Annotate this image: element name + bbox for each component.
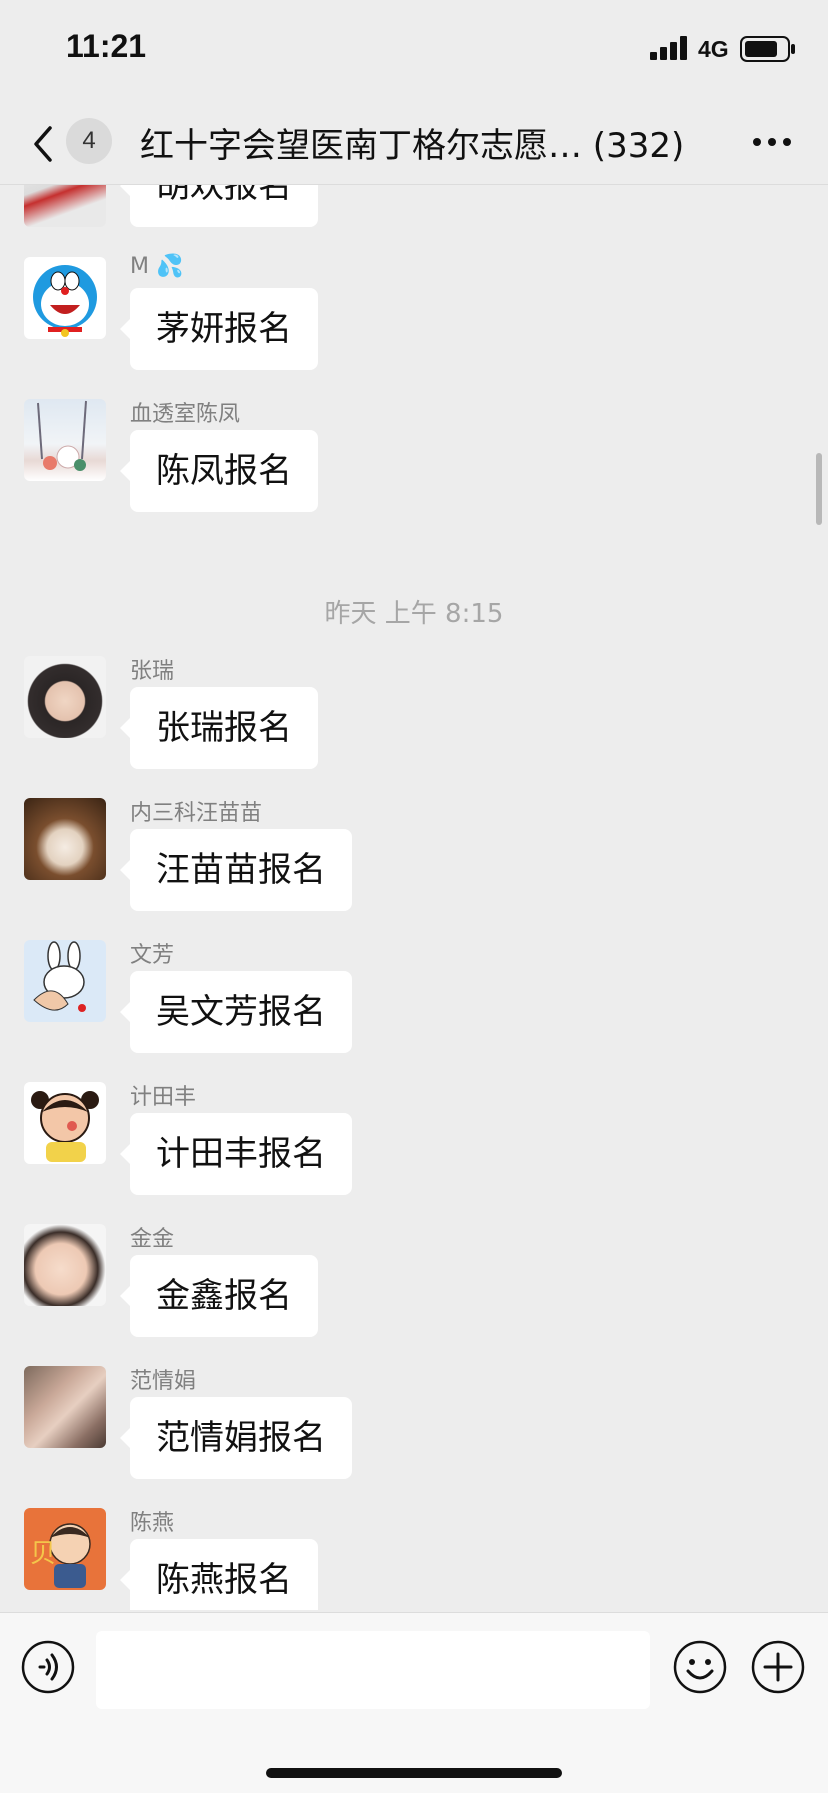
avatar-portrait-boy[interactable] [24,656,106,738]
more-options-button[interactable] [746,122,800,162]
chat-header: 4 红十字会望医南丁格尔志愿… (332) [0,100,828,185]
avatar-cartoon-girl[interactable] [24,1082,106,1164]
sender-name: 张瑞 [130,659,175,684]
plus-icon [751,1640,805,1694]
signal-strength-icon [650,36,687,60]
group-chat-title: 红十字会望医南丁格尔志愿… (332) [140,126,685,166]
message-row: 张瑞 张瑞报名 [0,653,828,773]
sender-name: 文芳 [130,943,175,968]
input-bar [0,1612,828,1793]
status-time: 11:21 [66,28,147,64]
back-chevron-icon [34,126,52,162]
network-type-label: 4G [698,36,729,62]
sender-name: M 💦 [130,254,184,279]
time-divider: 昨天 上午 8:15 [324,599,504,629]
status-bar: 11:21 4G [0,0,828,100]
voice-icon [21,1640,75,1694]
avatar-cartoon-kid[interactable]: 贝 [24,1508,106,1590]
message-bubble[interactable]: 陈燕报名 [120,1539,318,1610]
unread-count-badge: 4 [66,118,112,164]
message-row: 内三科汪苗苗 汪苗苗报名 [0,795,828,915]
message-row: 计田丰 计田丰报名 [0,1079,828,1199]
message-bubble[interactable]: 茅妍报名 [120,288,318,370]
sender-name: 陈燕 [130,1511,175,1536]
message-bubble[interactable]: 金鑫报名 [120,1255,318,1337]
message-bubble[interactable]: 陈凤报名 [120,430,318,512]
sender-name: 内三科汪苗苗 [130,801,263,826]
svg-text:贝: 贝 [30,1539,56,1569]
message-bubble[interactable]: 胡欢报名 [120,185,318,227]
avatar-kitten[interactable] [24,798,106,880]
avatar-cartoon-rabbit[interactable] [24,940,106,1022]
message-row: 金金 金鑫报名 [0,1221,828,1341]
message-row: 贝 陈燕 陈燕报名 [0,1505,828,1610]
message-bubble[interactable]: 范情娟报名 [120,1397,352,1479]
more-dots-icon [753,138,791,146]
avatar-group-selfie[interactable] [24,1366,106,1448]
sender-name: 血透室陈凤 [130,402,241,427]
message-row: 文芳 吴文芳报名 [0,937,828,1057]
message-row: 血透室陈凤 陈凤报名 [0,396,828,516]
message-bubble[interactable]: 计田丰报名 [120,1113,352,1195]
message-row: 范情娟 范情娟报名 [0,1363,828,1483]
message-input[interactable] [96,1631,650,1709]
emoji-icon [673,1640,727,1694]
message-bubble[interactable]: 汪苗苗报名 [120,829,352,911]
message-row: M 💦 茅妍报名 [0,254,828,374]
avatar-winter-scene[interactable] [24,399,106,481]
sender-name: 计田丰 [130,1085,197,1110]
home-indicator[interactable] [266,1768,562,1778]
battery-icon [740,36,795,62]
message-row: 胡欢报名 [0,185,828,227]
avatar-baby[interactable] [24,1224,106,1306]
sender-name: 范情娟 [130,1369,197,1394]
avatar-photo-red-toy[interactable] [24,185,106,227]
voice-input-button[interactable] [20,1639,76,1695]
sender-name: 金金 [130,1227,175,1252]
avatar-doraemon[interactable] [24,257,106,339]
back-button[interactable]: 4 [24,116,120,168]
emoji-button[interactable] [672,1639,728,1695]
message-list[interactable]: 胡欢报名 M 💦 茅妍报名 血透室陈凤 陈凤报名 昨天 上午 8:15 张瑞 张… [0,185,828,1610]
more-functions-button[interactable] [750,1639,806,1695]
message-bubble[interactable]: 张瑞报名 [120,687,318,769]
message-bubble[interactable]: 吴文芳报名 [120,971,352,1053]
